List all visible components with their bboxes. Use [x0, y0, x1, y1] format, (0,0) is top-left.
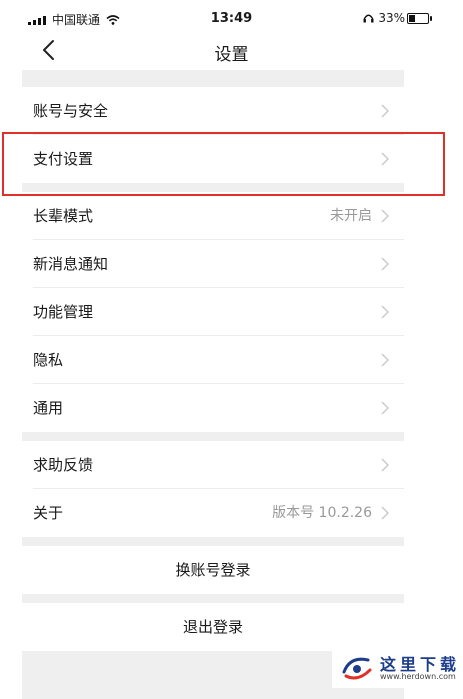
chevron-right-icon	[381, 353, 389, 367]
row-feature-management[interactable]: 功能管理	[22, 288, 404, 336]
chevron-right-icon	[381, 104, 389, 118]
row-label: 支付设置	[33, 150, 94, 168]
row-label: 求助反馈	[33, 456, 94, 474]
chevron-right-icon	[381, 257, 389, 271]
chevron-right-icon	[381, 458, 389, 472]
row-label: 长辈模式	[33, 207, 94, 225]
nav-bar: 设置	[0, 38, 463, 70]
row-value: 未开启	[330, 208, 372, 224]
battery-percent: 33%	[378, 11, 405, 25]
logout-button[interactable]: 退出登录	[22, 603, 404, 651]
chevron-right-icon	[381, 401, 389, 415]
row-label: 功能管理	[33, 303, 94, 321]
section-gap	[22, 432, 404, 441]
chevron-right-icon	[381, 209, 389, 223]
section-gap	[22, 594, 404, 603]
battery-group: 33%	[363, 11, 405, 25]
site-watermark: 这里下载 www.herdown.com	[332, 648, 463, 688]
row-label: 账号与安全	[33, 102, 109, 120]
page-title: 设置	[214, 45, 249, 65]
settings-list: 账号与安全 支付设置 长辈模式 未开启 新消息通知 功能管理 隐私 通用 求助反…	[22, 70, 404, 699]
row-label: 隐私	[33, 351, 64, 369]
row-label: 新消息通知	[33, 255, 109, 273]
status-bar: 中国联通 13:49 33%	[0, 0, 463, 38]
row-new-message-notification[interactable]: 新消息通知	[22, 240, 404, 288]
section-gap	[22, 537, 404, 546]
row-general[interactable]: 通用	[22, 384, 404, 432]
row-about[interactable]: 关于 版本号 10.2.26	[22, 489, 404, 537]
watermark-url: www.herdown.com	[380, 672, 456, 681]
row-help-feedback[interactable]: 求助反馈	[22, 441, 404, 489]
row-label: 关于	[33, 504, 64, 522]
battery-icon	[407, 13, 432, 24]
chevron-right-icon	[381, 305, 389, 319]
section-gap	[22, 70, 404, 87]
switch-account-button[interactable]: 换账号登录	[22, 546, 404, 594]
row-payment-settings[interactable]: 支付设置	[22, 135, 404, 183]
section-gap	[22, 183, 404, 192]
row-elder-mode[interactable]: 长辈模式 未开启	[22, 192, 404, 240]
row-privacy[interactable]: 隐私	[22, 336, 404, 384]
headphones-icon	[363, 14, 374, 23]
chevron-right-icon	[381, 506, 389, 520]
chevron-right-icon	[381, 152, 389, 166]
watermark-logo-icon	[342, 657, 372, 680]
row-account-security[interactable]: 账号与安全	[22, 87, 404, 135]
row-label: 通用	[33, 399, 64, 417]
version-value: 版本号 10.2.26	[272, 505, 372, 521]
